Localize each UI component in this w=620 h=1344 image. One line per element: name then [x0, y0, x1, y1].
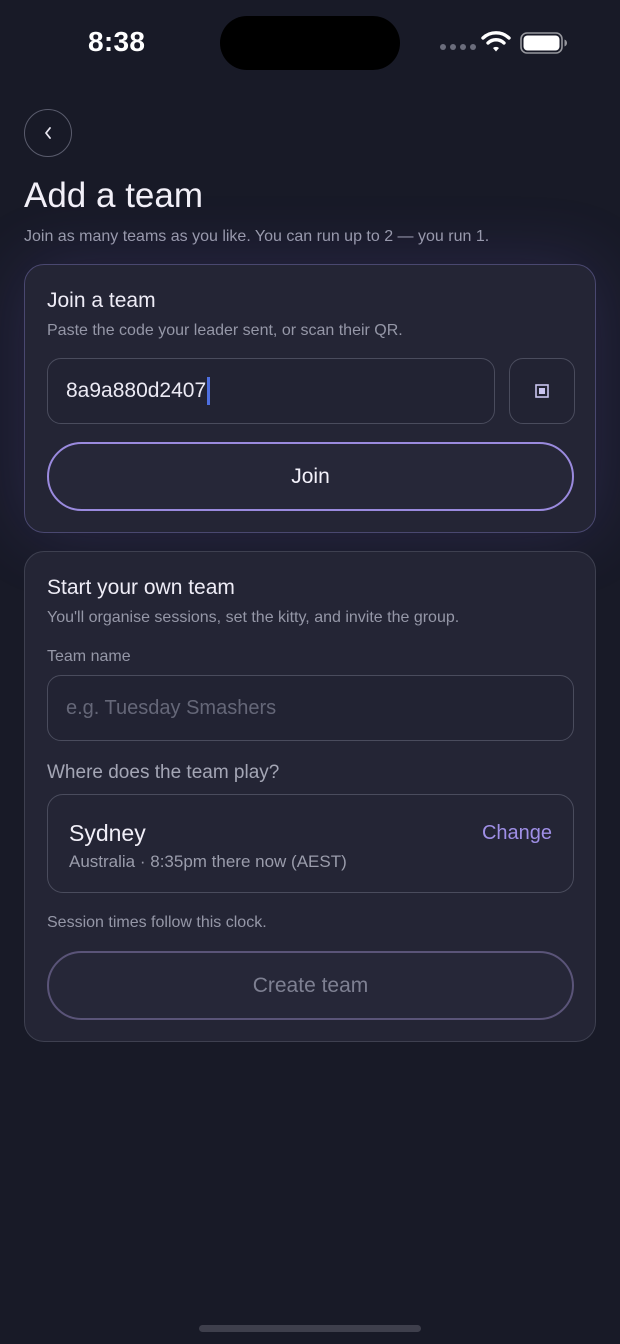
status-time: 8:38 — [88, 26, 146, 57]
home-indicator[interactable] — [199, 1325, 421, 1332]
join-card-title: Join a team — [47, 289, 156, 312]
text-caret — [207, 377, 211, 405]
location-city: Sydney — [69, 820, 146, 846]
join-button[interactable]: Join — [47, 442, 574, 511]
team-code-input[interactable]: 8a9a880d2407 — [47, 358, 495, 424]
team-code-value: 8a9a880d2407 — [66, 379, 207, 402]
add-team-screen: 8:38 Add a team Join as many teams as yo… — [0, 0, 620, 1344]
wifi-icon — [481, 30, 511, 57]
start-card-title: Start your own team — [47, 576, 235, 599]
page-title: Add a team — [24, 176, 203, 215]
team-name-label: Team name — [47, 648, 131, 665]
change-location-button[interactable]: Change — [482, 822, 552, 845]
clock-note: Session times follow this clock. — [47, 914, 267, 931]
location-question: Where does the team play? — [47, 762, 280, 783]
scan-qr-button[interactable] — [509, 358, 575, 424]
start-team-card: Start your own team You'll organise sess… — [24, 551, 596, 1042]
join-team-card: Join a team Paste the code your leader s… — [24, 264, 596, 533]
location-detail: Australia · 8:35pm there now (AEST) — [69, 852, 347, 871]
create-team-button[interactable]: Create team — [47, 951, 574, 1020]
location-selector: Sydney Australia · 8:35pm there now (AES… — [47, 794, 574, 893]
dynamic-island — [220, 16, 400, 70]
cellular-signal-icon — [440, 44, 476, 50]
team-name-input[interactable] — [47, 675, 574, 741]
page-subtitle: Join as many teams as you like. You can … — [24, 228, 490, 245]
qr-scan-icon — [535, 384, 549, 398]
battery-icon — [520, 32, 568, 59]
back-button[interactable] — [24, 109, 72, 157]
join-card-description: Paste the code your leader sent, or scan… — [47, 322, 403, 339]
chevron-left-icon — [45, 127, 51, 139]
start-card-description: You'll organise sessions, set the kitty,… — [47, 609, 460, 626]
